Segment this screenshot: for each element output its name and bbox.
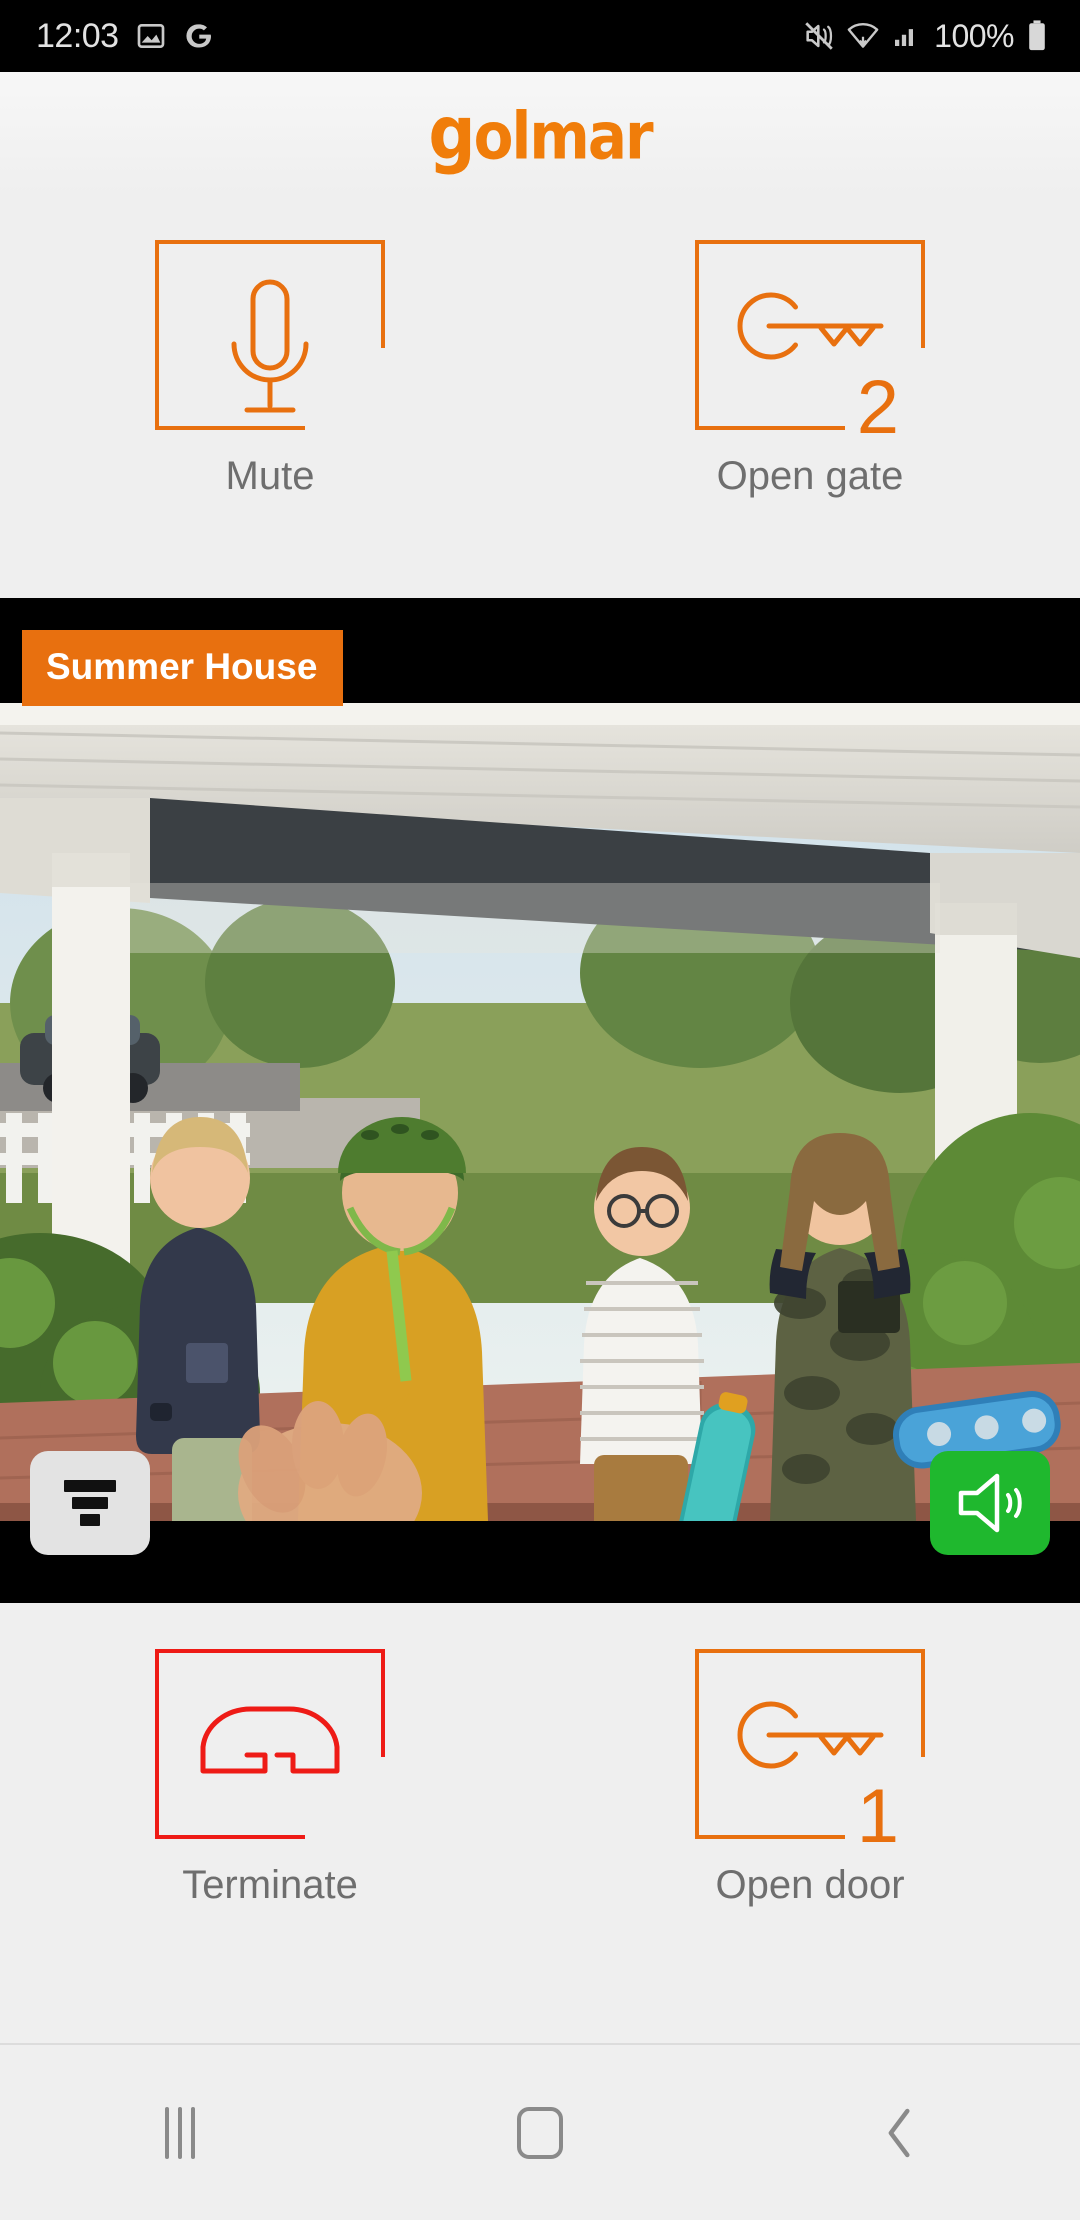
- back-icon: [888, 2108, 910, 2157]
- battery-percent: 100%: [934, 17, 1014, 54]
- mute-vibrate-icon: [802, 19, 836, 53]
- image-icon: [135, 20, 167, 52]
- status-bar: 12:03 100%: [0, 0, 1080, 72]
- brand-header: golmar: [0, 72, 1080, 194]
- google-icon: [183, 20, 215, 52]
- nav-back-button[interactable]: [720, 2105, 1080, 2161]
- camera-scene: [0, 703, 1080, 1521]
- open-gate-icon-frame: 2: [695, 240, 925, 446]
- nav-recents-button[interactable]: [0, 2106, 360, 2159]
- camera-view[interactable]: Summer House: [0, 598, 1080, 1603]
- terminate-label: Terminate: [182, 1863, 358, 1907]
- open-gate-label: Open gate: [716, 454, 904, 498]
- top-action-panel: Mute 2 Open gate: [0, 194, 1080, 598]
- speaker-button[interactable]: [930, 1451, 1050, 1555]
- open-door-button[interactable]: 1 Open door: [540, 1603, 1080, 2045]
- nav-home-button[interactable]: [360, 2106, 720, 2159]
- battery-icon: [1024, 19, 1050, 53]
- golmar-logo-text: olmar: [473, 97, 654, 174]
- golmar-logo: golmar: [428, 89, 654, 177]
- status-time: 12:03: [36, 16, 119, 55]
- status-bar-right: 100%: [802, 18, 1050, 55]
- home-icon: [516, 2106, 563, 2159]
- open-door-badge: 1: [856, 1774, 899, 1859]
- wifi-icon: [846, 19, 880, 53]
- filter-icon: [64, 1475, 116, 1531]
- open-door-label: Open door: [715, 1863, 905, 1907]
- microphone-icon: [231, 279, 309, 413]
- open-gate-button[interactable]: 2 Open gate: [540, 194, 1080, 598]
- mute-button[interactable]: Mute: [0, 194, 540, 598]
- hang-up-phone-icon: [200, 1706, 340, 1774]
- cellular-signal-icon: [890, 21, 920, 51]
- camera-name-badge: Summer House: [22, 630, 344, 706]
- video-stream: [0, 703, 1080, 1521]
- filter-bar-1: [64, 1480, 116, 1492]
- open-gate-badge: 2: [856, 365, 899, 450]
- terminate-icon-frame: [155, 1649, 385, 1839]
- speaker-on-icon: [958, 1473, 1022, 1533]
- app-screen: 12:03 100% golmar Mute 2 Open gate Summe…: [0, 0, 1080, 2220]
- android-nav-bar: [0, 2045, 1080, 2220]
- filter-bar-2: [72, 1497, 108, 1509]
- mute-label: Mute: [225, 454, 315, 498]
- filter-bar-3: [80, 1514, 100, 1526]
- recents-icon: [164, 2106, 195, 2159]
- mute-icon-frame: [155, 240, 385, 430]
- status-bar-left: 12:03: [36, 17, 215, 56]
- bottom-action-panel: Terminate 1 Open door: [0, 1603, 1080, 2045]
- open-door-icon-frame: 1: [695, 1649, 925, 1855]
- filter-button[interactable]: [30, 1451, 150, 1555]
- golmar-logo-g: g: [428, 89, 475, 177]
- terminate-button[interactable]: Terminate: [0, 1603, 540, 2045]
